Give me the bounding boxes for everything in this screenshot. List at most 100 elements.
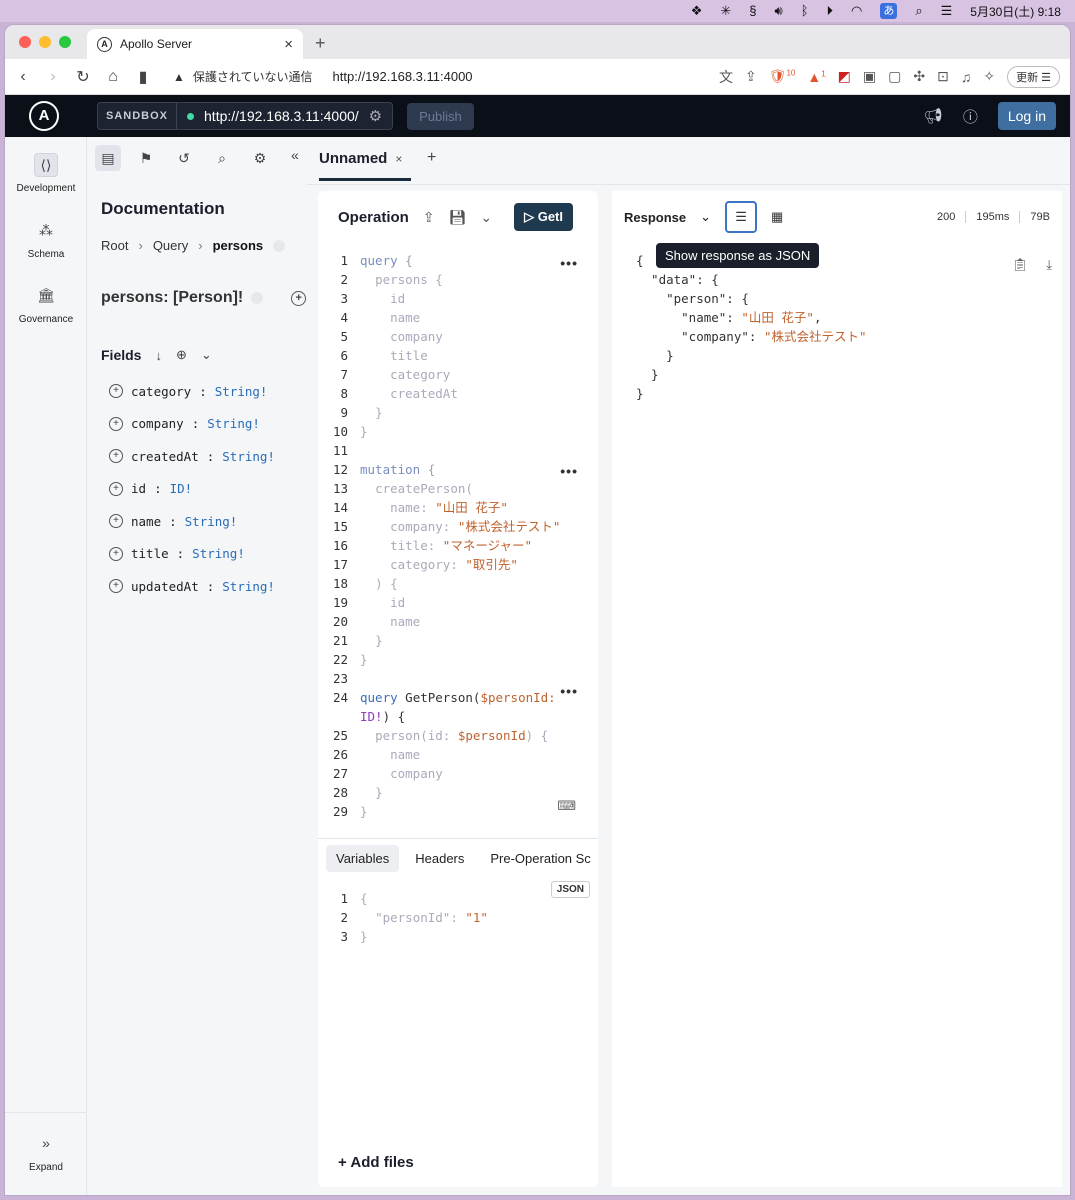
add-field-icon[interactable]: + [109, 579, 123, 594]
add-field-icon[interactable]: + [109, 449, 123, 464]
announcements-icon[interactable]: 📢︎ [924, 107, 943, 125]
endpoint-selector[interactable]: SANDBOX http://192.168.3.11:4000/ ⚙ [97, 102, 394, 130]
new-operation-tab-button[interactable]: + [427, 149, 436, 167]
endpoint-url[interactable]: http://192.168.3.11:4000/ [204, 108, 359, 124]
connection-settings-icon[interactable]: ⚙ [369, 107, 382, 125]
update-button[interactable]: 更新 ☰ [1007, 65, 1060, 88]
close-window-button[interactable] [19, 36, 31, 48]
login-button[interactable]: Log in [997, 102, 1056, 130]
chevron-down-icon[interactable]: ⌄ [201, 347, 212, 363]
menubar-clock[interactable]: 5月30日(土) 9:18 [970, 3, 1061, 20]
back-icon[interactable]: ‹ [15, 68, 31, 86]
operation-menu-icon[interactable]: ••• [560, 683, 578, 699]
help-icon[interactable]: ⓘ [963, 106, 978, 127]
brave-shields-icon[interactable]: 🛡︎10 [769, 68, 796, 85]
settings-gear-icon[interactable]: ⚙ [247, 145, 273, 171]
spotlight-icon[interactable]: ⌕ [915, 0, 922, 22]
response-label[interactable]: Response [624, 210, 686, 225]
download-icon[interactable]: ⤓ [1046, 257, 1052, 273]
field-row-updatedat[interactable]: + updatedAt: String! [109, 570, 275, 603]
rail-item-governance[interactable]: 🏛︎ Governance [5, 284, 87, 325]
add-field-icon[interactable]: + [109, 416, 123, 431]
sort-arrow-down-icon[interactable]: ↓ [155, 348, 162, 363]
new-tab-button[interactable]: + [315, 33, 326, 54]
control-center-icon[interactable]: ☰ [941, 0, 953, 22]
extension-search-icon[interactable]: ⊡ [937, 68, 949, 85]
url-field[interactable]: ▲ 保護されていない通信 http://192.168.3.11:4000 [173, 68, 473, 85]
field-row-title[interactable]: + title: String! [109, 538, 275, 571]
translate-icon[interactable]: 文 [719, 67, 733, 87]
add-field-icon[interactable]: + [291, 290, 307, 306]
rail-item-schema[interactable]: ⁂ Schema [5, 219, 87, 260]
tab-pre-operation-script[interactable]: Pre-Operation Sc [480, 845, 598, 872]
breadcrumb-root[interactable]: Root [101, 238, 128, 253]
field-row-category[interactable]: + category: String! [109, 375, 275, 408]
extension-blank-icon[interactable]: ▢ [888, 68, 901, 85]
operation-menu-icon[interactable]: ••• [560, 463, 578, 479]
extensions-puzzle-icon[interactable]: ✣ [913, 68, 925, 85]
run-operation-button[interactable]: ▷ GetI [514, 203, 573, 231]
close-tab-icon[interactable]: × [395, 152, 402, 166]
url-text[interactable]: http://192.168.3.11:4000 [333, 69, 473, 84]
ai-sparkle-icon[interactable]: ✧ [983, 68, 995, 85]
endpoint-field[interactable]: http://192.168.3.11:4000/ ⚙ [177, 107, 392, 125]
share-icon[interactable]: ⇪ [423, 209, 435, 226]
sparkle-icon[interactable]: ✳ [720, 0, 731, 22]
volume-icon[interactable]: 🔊︎ [774, 0, 782, 22]
bluetooth-icon[interactable]: ᛒ [801, 0, 809, 22]
variables-editor[interactable]: 1{ 2 "personId": "1" 3} [318, 889, 598, 946]
search-icon[interactable]: ⌕ [209, 145, 235, 171]
media-icon[interactable]: ♫ [961, 69, 972, 85]
expand-rail-button[interactable]: » Expand [5, 1132, 87, 1173]
fields-header: Fields ↓ ⊕ ⌄ [101, 347, 212, 363]
history-icon[interactable]: ↺ [171, 145, 197, 171]
table-view-icon[interactable]: ▦ [771, 209, 783, 225]
field-row-company[interactable]: + company: String! [109, 408, 275, 441]
chevron-down-icon[interactable]: ⌄ [480, 209, 492, 226]
documentation-icon[interactable]: ▤ [95, 145, 121, 171]
json-view-button[interactable]: ☰ [725, 201, 758, 233]
dropbox-icon[interactable]: ❖ [691, 0, 703, 22]
wifi-icon[interactable]: ◠ [851, 0, 862, 22]
bookmark-collection-icon[interactable]: ⚑ [133, 145, 159, 171]
share-icon[interactable]: ⇪ [745, 68, 757, 85]
extension-red-icon[interactable]: ◩ [838, 68, 851, 85]
forward-icon[interactable]: › [45, 68, 61, 86]
collapse-panel-icon[interactable]: « [291, 147, 299, 163]
zoom-window-button[interactable] [59, 36, 71, 48]
rail-item-development[interactable]: ⟨⟩ Development [5, 153, 87, 194]
minimize-window-button[interactable] [39, 36, 51, 48]
add-all-fields-icon[interactable]: ⊕ [176, 347, 187, 363]
apollo-logo-icon[interactable]: A [29, 101, 59, 131]
add-field-icon[interactable]: + [109, 546, 123, 561]
chevron-down-icon[interactable]: ⌄ [700, 209, 711, 225]
bookmark-icon[interactable]: ▮ [135, 67, 151, 87]
reload-icon[interactable]: ↻ [75, 67, 91, 87]
add-files-button[interactable]: + Add files [338, 1154, 414, 1171]
copy-icon[interactable]: 📋︎ [1012, 257, 1029, 273]
add-field-icon[interactable]: + [109, 514, 123, 529]
breadcrumb-query[interactable]: Query [153, 238, 188, 253]
brave-rewards-icon[interactable]: ▲1 [807, 69, 825, 85]
publish-button[interactable]: Publish [407, 102, 474, 130]
keyboard-shortcuts-icon[interactable]: ⌨ [557, 798, 576, 814]
save-icon[interactable]: 💾︎ [449, 209, 467, 226]
extension-image-icon[interactable]: ▣ [863, 68, 876, 85]
input-method-icon[interactable]: あ [880, 3, 898, 19]
browser-tab-bar: A Apollo Server × + [5, 25, 1070, 59]
home-icon[interactable]: ⌂ [105, 68, 121, 86]
tab-headers[interactable]: Headers [405, 845, 474, 872]
add-field-icon[interactable]: + [109, 481, 123, 496]
field-row-id[interactable]: + id: ID! [109, 473, 275, 506]
field-row-createdat[interactable]: + createdAt: String! [109, 440, 275, 473]
add-field-icon[interactable]: + [109, 384, 123, 399]
field-row-name[interactable]: + name: String! [109, 505, 275, 538]
tab-variables[interactable]: Variables [326, 845, 400, 872]
operation-editor[interactable]: 1 query { 2 persons { 3 id 4 name 5 compa… [318, 251, 598, 821]
play-icon[interactable]: ⏵ [827, 0, 834, 22]
browser-tab[interactable]: A Apollo Server × [87, 29, 303, 59]
service-icon[interactable]: § [749, 0, 756, 22]
tab-unnamed[interactable]: Unnamed × [319, 150, 402, 167]
operation-menu-icon[interactable]: ••• [560, 255, 578, 271]
close-tab-icon[interactable]: × [284, 36, 293, 53]
